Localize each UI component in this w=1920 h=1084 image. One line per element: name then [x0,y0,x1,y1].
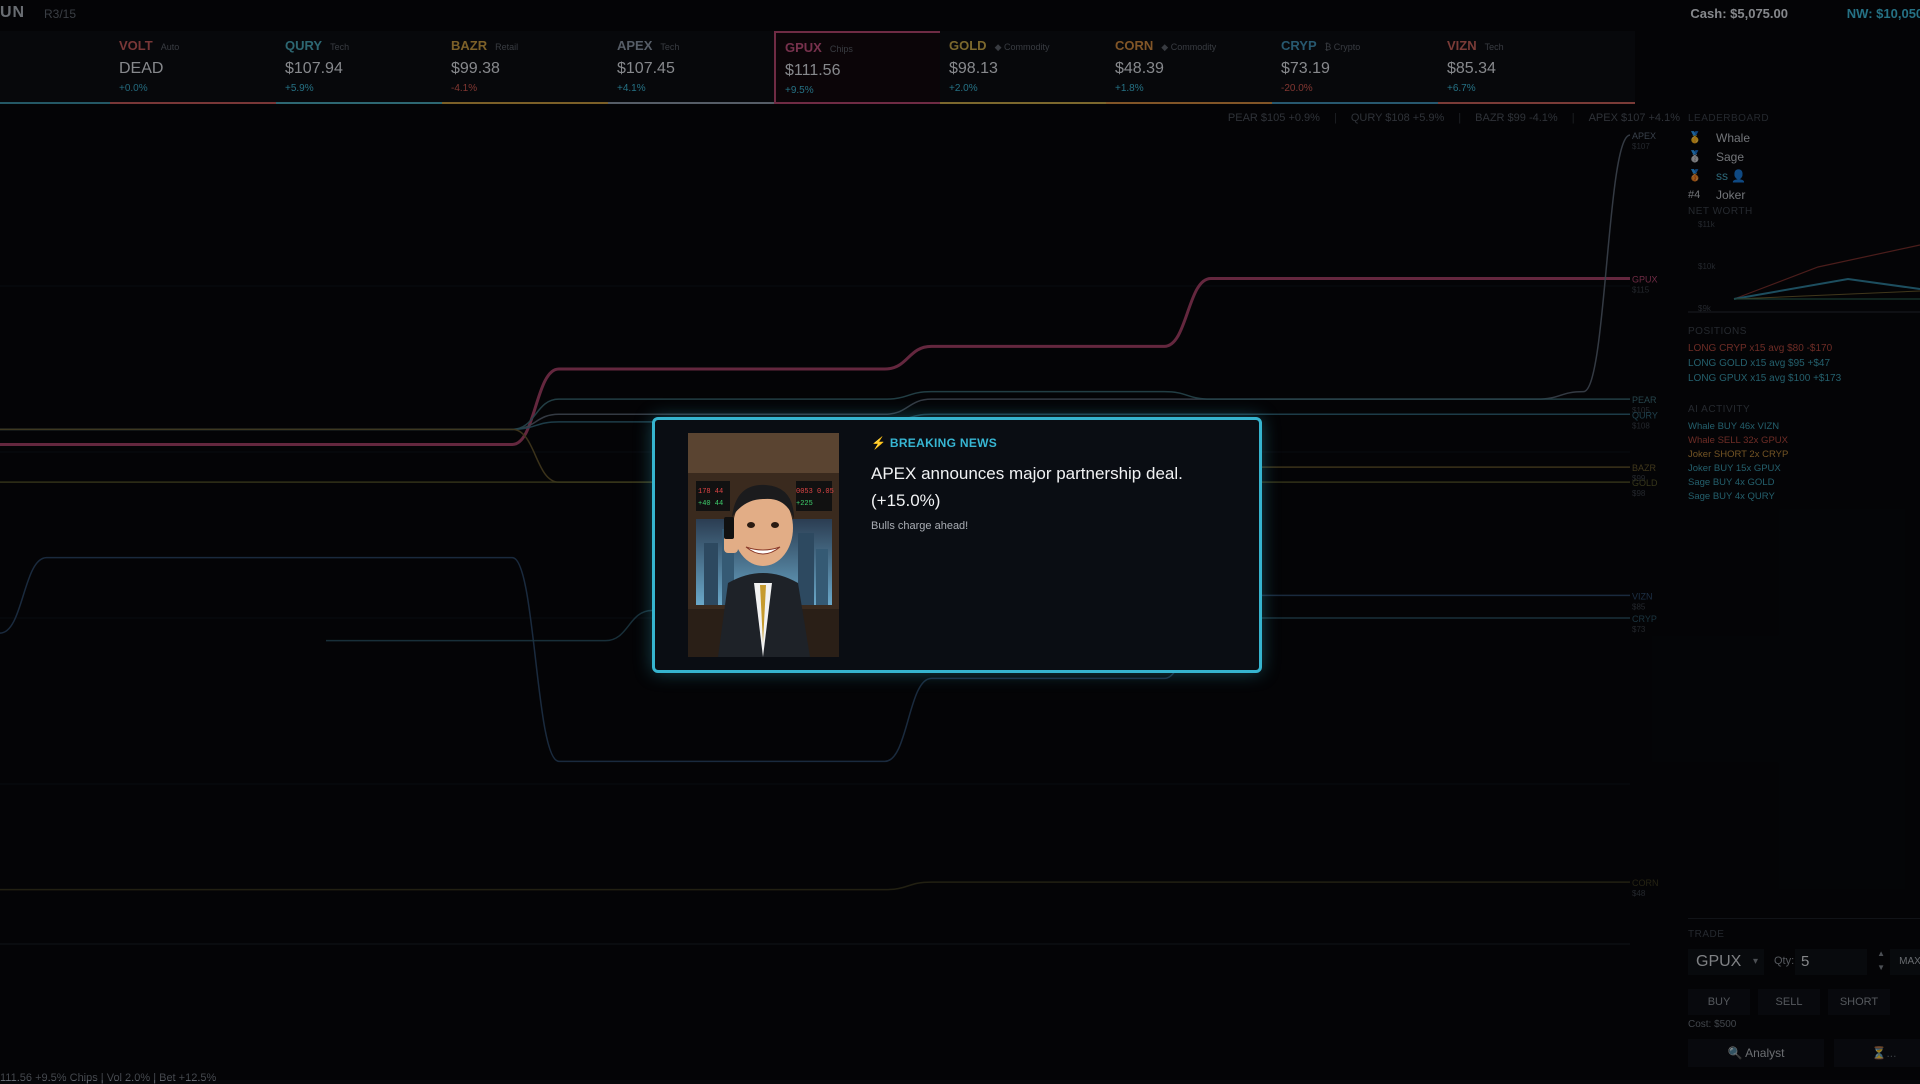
svg-text:178 44: 178 44 [698,488,723,496]
breaking-news-tag: ⚡ BREAKING NEWS [871,436,998,450]
svg-text:+40 44: +40 44 [698,500,723,508]
businessman-portrait-icon: 178 44 +40 44 0053 0.05 +225 [688,433,839,657]
svg-text:+225: +225 [796,500,813,508]
svg-text:0053 0.05: 0053 0.05 [796,488,834,496]
news-headline: APEX announces major partnership deal. (… [871,464,1183,510]
breaking-news-modal[interactable]: 178 44 +40 44 0053 0.05 +225 ⚡ BREAKING … [652,417,1262,673]
news-subtext: Bulls charge ahead! [871,520,969,532]
